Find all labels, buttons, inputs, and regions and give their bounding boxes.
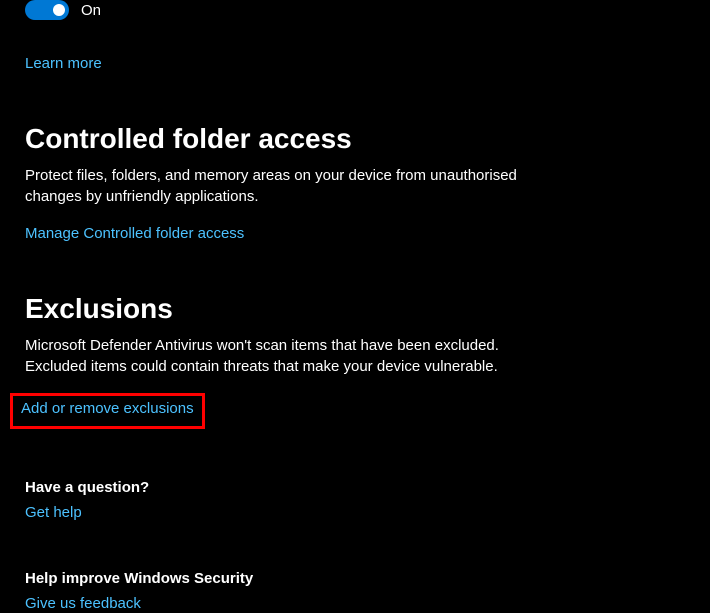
realtime-protection-toggle[interactable]	[25, 0, 69, 20]
question-section: Have a question? Get help	[25, 479, 710, 522]
question-title: Have a question?	[25, 479, 710, 496]
toggle-knob	[53, 4, 65, 16]
add-remove-exclusions-link[interactable]: Add or remove exclusions	[21, 400, 194, 417]
highlight-annotation: Add or remove exclusions	[10, 393, 205, 429]
exclusions-title: Exclusions	[25, 293, 710, 325]
help-improve-section: Help improve Windows Security Give us fe…	[25, 570, 710, 613]
give-feedback-link[interactable]: Give us feedback	[25, 595, 141, 612]
toggle-state-label: On	[81, 2, 101, 19]
help-improve-title: Help improve Windows Security	[25, 570, 710, 587]
get-help-link[interactable]: Get help	[25, 504, 82, 521]
manage-controlled-folder-link[interactable]: Manage Controlled folder access	[25, 225, 244, 242]
exclusions-section: Exclusions Microsoft Defender Antivirus …	[25, 293, 710, 429]
controlled-folder-access-section: Controlled folder access Protect files, …	[25, 123, 710, 243]
learn-more-link[interactable]: Learn more	[25, 55, 102, 72]
controlled-folder-title: Controlled folder access	[25, 123, 710, 155]
toggle-row: On	[25, 0, 710, 20]
exclusions-description: Microsoft Defender Antivirus won't scan …	[25, 335, 555, 377]
controlled-folder-description: Protect files, folders, and memory areas…	[25, 165, 555, 207]
